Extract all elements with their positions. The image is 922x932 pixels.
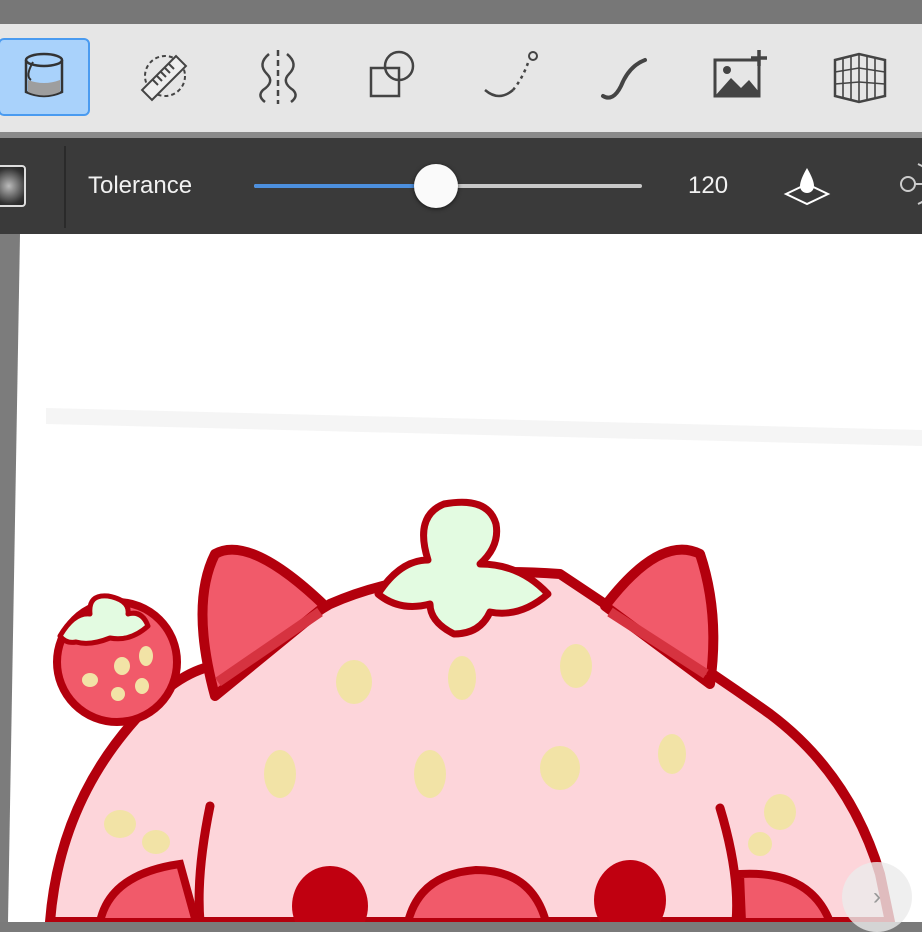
add-image-tool[interactable] <box>694 38 786 116</box>
canvas-area[interactable]: › <box>0 234 922 932</box>
brush-preview-swatch[interactable] <box>0 165 26 207</box>
tool-bar <box>0 24 922 138</box>
fill-bucket-tool[interactable] <box>0 38 90 116</box>
shapes-icon <box>369 50 415 98</box>
stroke-tool[interactable] <box>580 38 672 116</box>
symmetry-tool[interactable] <box>232 38 324 116</box>
fill-drop-icon[interactable] <box>782 160 832 210</box>
tool-options-bar: Tolerance 120 <box>0 138 922 234</box>
perspective-grid-icon <box>833 52 887 104</box>
perspective-grid-tool[interactable] <box>814 38 906 116</box>
ruler-selection-icon <box>140 54 188 102</box>
top-edge <box>0 0 922 24</box>
options-divider <box>64 146 66 228</box>
fill-bucket-icon <box>24 52 64 98</box>
shapes-tool[interactable] <box>346 38 438 116</box>
stroke-icon <box>601 58 647 100</box>
symmetry-icon <box>259 50 297 104</box>
curve-icon <box>484 51 538 98</box>
tolerance-slider-knob[interactable] <box>414 164 459 208</box>
drawing-canvas[interactable] <box>0 234 922 922</box>
ruler-selection-tool[interactable] <box>122 38 214 116</box>
sample-icon[interactable] <box>888 160 922 210</box>
tolerance-slider-fill <box>254 184 437 188</box>
tolerance-value: 120 <box>688 172 729 199</box>
tolerance-label: Tolerance <box>88 172 193 199</box>
curve-tool[interactable] <box>464 38 556 116</box>
add-image-icon <box>713 50 767 98</box>
tolerance-slider[interactable] <box>254 164 642 208</box>
